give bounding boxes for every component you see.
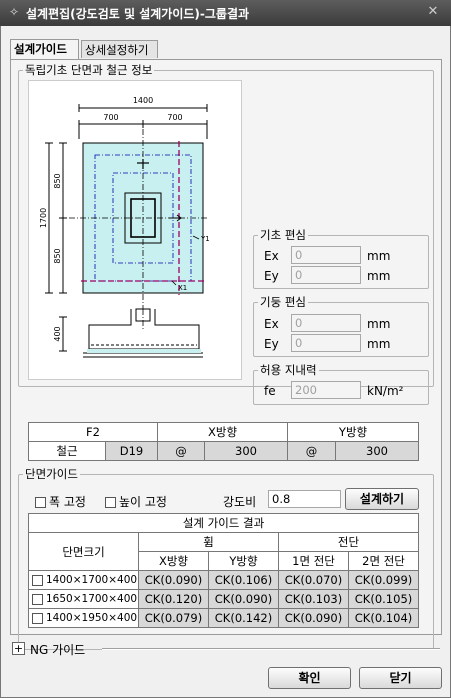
rebar-member-name: F2: [28, 422, 158, 442]
foundation-eccentricity-legend: 기초 편심: [260, 228, 306, 242]
column-eccentricity-legend: 기둥 편심: [260, 295, 306, 309]
bearing-fe-label: fe: [264, 384, 276, 398]
strength-ratio-label: 강도비: [223, 495, 257, 509]
row-size: 1400×1700×400: [46, 574, 138, 586]
table-row[interactable]: 1400×1950×400 CK(0.079) CK(0.142) CK(0.0…: [28, 608, 420, 628]
row-size-cell[interactable]: 1400×1700×400: [28, 570, 139, 590]
tab-panel: 독립기초 단면과 철근 정보 1400 700 700 1700 850 850…: [10, 59, 442, 650]
results-title: 설계 가이드 결과: [27, 513, 420, 533]
row-size-cell[interactable]: 1650×1700×400: [28, 589, 139, 609]
dim-total-x: 1400: [133, 96, 153, 105]
expand-plus-icon[interactable]: +: [12, 642, 25, 655]
tab-design-guide[interactable]: 설계가이드: [10, 39, 79, 59]
row-bending-x: CK(0.079): [138, 608, 209, 628]
dim-height: 400: [53, 326, 62, 341]
ng-guide-expander[interactable]: + NG 가이드: [12, 641, 442, 657]
rebar-y-at: @: [287, 441, 337, 461]
allowable-bearing-legend: 허용 지내력: [260, 363, 317, 377]
row-bending-x: CK(0.120): [138, 589, 209, 609]
results-col-two-way-shear: 2면 전단: [347, 551, 420, 571]
dialog-body: 설계가이드 상세설정하기 독립기초 단면과 철근 정보 1400 700 700…: [0, 26, 451, 698]
results-col-bending-x: X방향: [138, 551, 209, 571]
label-x1: X1: [178, 284, 187, 292]
fix-height-checkbox[interactable]: 높이 고정: [105, 493, 167, 510]
dim-total-y: 1700: [39, 208, 48, 228]
rebar-table: F2 X방향 Y방향 철근 D19 @ 300 @ 300: [28, 422, 420, 461]
design-button[interactable]: 설계하기: [345, 488, 419, 510]
section-info-legend: 독립기초 단면과 철근 정보: [25, 63, 153, 77]
foundation-ey-input[interactable]: 0: [291, 266, 361, 284]
row-size: 1400×1950×400: [46, 612, 138, 624]
row-size-cell[interactable]: 1400×1950×400: [28, 608, 139, 628]
row-shear-one-way: CK(0.070): [278, 570, 349, 590]
foundation-ex-input[interactable]: 0: [291, 246, 361, 264]
table-row[interactable]: 1400×1700×400 CK(0.090) CK(0.106) CK(0.0…: [28, 570, 420, 590]
dim-half-x-left: 700: [103, 113, 118, 122]
rebar-size-cell[interactable]: D19: [105, 441, 158, 461]
dim-half-x-right: 700: [167, 113, 182, 122]
rebar-label: 철근: [28, 441, 106, 461]
fix-width-checkbox-box[interactable]: [35, 497, 46, 508]
results-col-bending: 휨: [138, 532, 279, 552]
results-col-one-way-shear: 1면 전단: [278, 551, 349, 571]
results-col-size: 단면크기: [28, 532, 139, 571]
row-shear-two-way: CK(0.104): [347, 608, 420, 628]
tab-label: 상세설정하기: [85, 43, 149, 57]
row-checkbox[interactable]: [32, 612, 43, 624]
row-checkbox[interactable]: [32, 574, 43, 586]
fix-height-checkbox-box[interactable]: [105, 497, 116, 508]
row-shear-one-way: CK(0.103): [278, 589, 349, 609]
strength-ratio-input[interactable]: 0.8: [268, 490, 341, 508]
ok-button[interactable]: 확인: [268, 667, 351, 689]
tab-detail-settings[interactable]: 상세설정하기: [81, 40, 158, 58]
foundation-drawing: 1400 700 700 1700 850 850 400 Y1 X1: [28, 80, 242, 380]
foundation-drawing-svg: 1400 700 700 1700 850 850 400 Y1 X1: [39, 96, 210, 358]
column-ey-unit: mm: [367, 337, 391, 351]
rebar-y-dir-header: Y방향: [287, 422, 420, 442]
foundation-ex-unit: mm: [367, 249, 391, 263]
foundation-ey-label: Ey: [264, 269, 279, 283]
row-bending-x: CK(0.090): [138, 570, 209, 590]
row-bending-y: CK(0.090): [208, 589, 279, 609]
rebar-x-dir-header: X방향: [156, 422, 289, 442]
label-y1: Y1: [200, 235, 210, 243]
rebar-y-spacing-cell[interactable]: 300: [335, 441, 420, 461]
app-icon: ✧: [8, 5, 20, 19]
results-table: 설계 가이드 결과 단면크기 휨 전단 X방향 Y방향 1면 전단 2면 전단 …: [27, 513, 420, 628]
section-guide-legend: 단면가이드: [25, 467, 78, 481]
row-size: 1650×1700×400: [46, 593, 138, 605]
results-col-shear: 전단: [277, 532, 420, 552]
row-bending-y: CK(0.106): [208, 570, 279, 590]
row-bending-y: CK(0.142): [208, 608, 279, 628]
column-ey-label: Ey: [264, 337, 279, 351]
foundation-ex-label: Ex: [264, 249, 279, 263]
window-title: 설계편집(강도검토 및 설계가이드)-그룹결과: [26, 7, 250, 21]
foundation-ey-unit: mm: [367, 269, 391, 283]
column-ey-input[interactable]: 0: [291, 334, 361, 352]
bearing-fe-input[interactable]: 200: [291, 381, 361, 399]
column-ex-label: Ex: [264, 317, 279, 331]
fix-width-label: 폭 고정: [49, 495, 86, 509]
row-shear-one-way: CK(0.090): [278, 608, 349, 628]
column-ex-input[interactable]: 0: [291, 314, 361, 332]
dim-half-y-top: 850: [53, 173, 62, 188]
rebar-x-spacing-cell[interactable]: 300: [203, 441, 289, 461]
close-icon[interactable]: ✕: [425, 3, 441, 21]
row-shear-two-way: CK(0.099): [347, 570, 420, 590]
rebar-x-at: @: [157, 441, 205, 461]
dim-half-y-bottom: 850: [53, 248, 62, 263]
results-col-bending-y: Y방향: [208, 551, 279, 571]
close-button[interactable]: 닫기: [359, 667, 442, 689]
row-checkbox[interactable]: [32, 593, 43, 605]
fix-width-checkbox[interactable]: 폭 고정: [35, 493, 86, 510]
table-row[interactable]: 1650×1700×400 CK(0.120) CK(0.090) CK(0.1…: [28, 589, 420, 609]
ng-guide-label: NG 가이드: [30, 643, 86, 657]
fix-height-label: 높이 고정: [119, 495, 167, 509]
title-bar: ✧ 설계편집(강도검토 및 설계가이드)-그룹결과 ✕: [0, 0, 451, 26]
column-ex-unit: mm: [367, 317, 391, 331]
tab-label: 설계가이드: [14, 42, 67, 56]
row-shear-two-way: CK(0.105): [347, 589, 420, 609]
ng-guide-divider: [102, 648, 440, 650]
bearing-unit: kN/m²: [367, 384, 404, 398]
